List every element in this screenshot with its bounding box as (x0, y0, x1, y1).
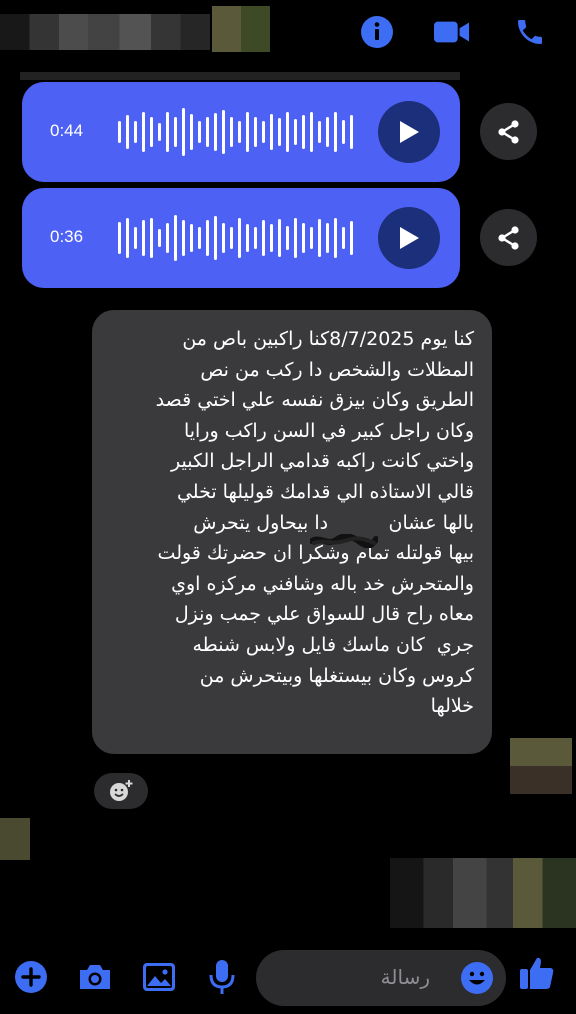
redacted-avatar-left (0, 818, 30, 860)
message-line: المظلات والشخص دا ركب من نص (200, 358, 474, 381)
info-icon[interactable] (359, 14, 395, 50)
voice-duration: 0:44 (50, 121, 84, 140)
redacted-avatar-right (510, 738, 572, 794)
waveform (118, 108, 353, 156)
share-icon (497, 225, 519, 250)
redaction-scribble (310, 534, 378, 548)
play-button[interactable] (378, 207, 440, 269)
message-line: كنا يوم 8/7/2025كنا راكبين باص من (182, 328, 474, 350)
message-placeholder: رسالة (380, 965, 430, 989)
share-icon (497, 119, 519, 144)
add-reaction-button[interactable] (94, 773, 148, 809)
message-line: خلالها (430, 695, 474, 718)
voice-message[interactable]: 0:44 (22, 82, 460, 182)
like-icon[interactable] (518, 954, 556, 992)
message-line: معاه راح قال للسواق علي جمب ونزل (174, 603, 474, 626)
voice-message[interactable]: 0:36 (22, 188, 460, 288)
redacted-block (390, 858, 576, 928)
add-icon[interactable] (12, 958, 50, 996)
redacted-avatar (212, 6, 270, 52)
message-line: بيها قولتله تمام وشكرا ان حضرتك قولت (157, 542, 474, 565)
waveform (118, 214, 353, 262)
share-button[interactable] (480, 209, 537, 266)
text-message-bubble[interactable]: كنا يوم 8/7/2025كنا راكبين باص من المظلا… (92, 310, 492, 754)
message-line: جري كان ماسك فايل ولابس شنطه (192, 633, 474, 656)
add-reaction-icon (110, 780, 133, 801)
share-button[interactable] (480, 103, 537, 160)
microphone-icon[interactable] (203, 958, 241, 996)
message-line: بالها عشان دا بيحاول يتحرش (193, 511, 474, 534)
message-line: كروس وكان بيستغلها وبيتحرش من (199, 664, 474, 687)
message-line: وكان راجل كبير في السن راكب ورايا (183, 419, 474, 442)
message-line: واختي كانت راكبه قدامي الراجل الكبير (171, 450, 474, 473)
gallery-icon[interactable] (140, 958, 178, 996)
camera-icon[interactable] (76, 958, 114, 996)
message-input[interactable]: رسالة (256, 950, 506, 1006)
emoji-icon[interactable] (460, 961, 494, 995)
message-line: الطريق وكان بيزق نفسه علي اختي قصد (155, 389, 474, 412)
message-line: والمتحرش خد باله وشافني مركزه اوي (171, 572, 474, 595)
video-call-icon[interactable] (434, 14, 470, 50)
play-button[interactable] (378, 101, 440, 163)
redacted-contact-name (0, 14, 210, 50)
voice-duration: 0:36 (50, 227, 84, 246)
message-line: قالي الاستاذه الي قدامك قوليلها تخلي (176, 480, 474, 503)
redacted-strip (20, 72, 460, 80)
phone-icon[interactable] (512, 14, 548, 50)
